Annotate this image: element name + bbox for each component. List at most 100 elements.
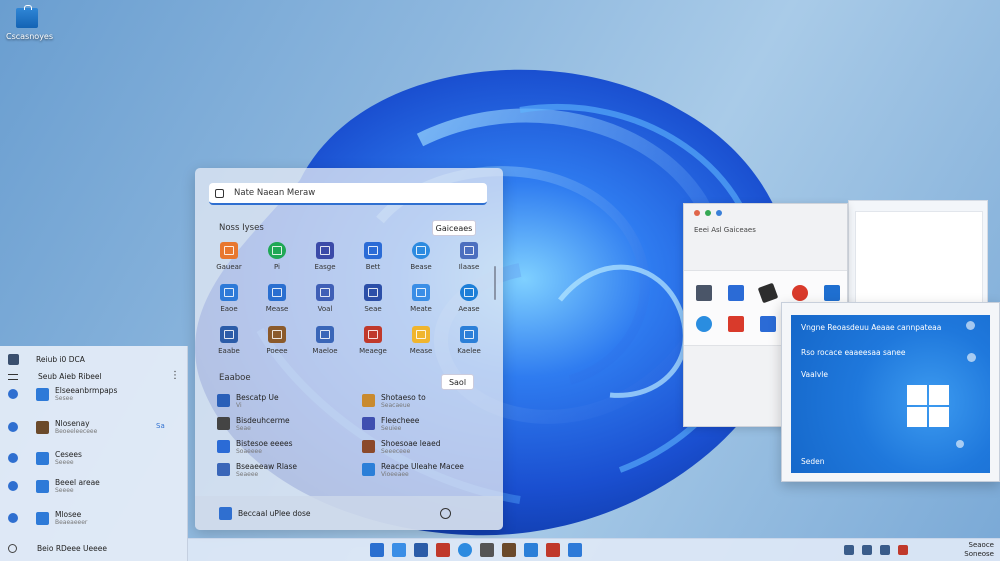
pinned-app[interactable]: Ilaase [445, 242, 493, 275]
more-button[interactable]: Saol [441, 374, 474, 390]
app-icon[interactable] [824, 285, 840, 301]
app-icon[interactable] [792, 285, 808, 301]
pinned-app[interactable]: Seae [349, 284, 397, 317]
left-panel-item-sub: Sesee [55, 395, 74, 402]
pinned-app[interactable]: Maeloe [301, 326, 349, 359]
clock[interactable]: Seaoce Soneose [964, 541, 994, 559]
pinned-app[interactable]: Eaoe [205, 284, 253, 317]
icon-row-2 [696, 316, 776, 332]
info-footer: Seden [801, 457, 825, 466]
pinned-app[interactable]: Gauear [205, 242, 253, 275]
network-icon[interactable] [844, 545, 854, 555]
taskbar-app-icon[interactable] [568, 543, 582, 557]
close-dot[interactable] [694, 210, 700, 216]
recommended-item[interactable]: Shoesoae leaed Seeeceee [362, 438, 487, 455]
taskbar-app-icon[interactable] [436, 543, 450, 557]
app-icon[interactable] [760, 316, 776, 332]
taskbar-app-icon[interactable] [370, 543, 384, 557]
left-panel-item[interactable]: Mlosee Beaeaeeer [8, 510, 87, 526]
power-icon[interactable] [440, 508, 451, 519]
pinned-app[interactable]: Voal [301, 284, 349, 317]
volume-icon[interactable] [862, 545, 872, 555]
pinned-app[interactable]: Bease [397, 242, 445, 275]
app-icon [316, 242, 334, 259]
user-name[interactable]: Beccaal uPlee dose [238, 509, 311, 518]
taskbar-app-icon[interactable] [524, 543, 538, 557]
info-line-1: Vngne Reoasdeuu Aeaae cannpateaa [801, 323, 942, 332]
left-panel-item-sub: Beoeeleeceee [55, 428, 98, 435]
start-search-input[interactable]: Nate Naean Meraw [209, 183, 487, 205]
app-icon[interactable] [696, 285, 712, 301]
app-icon [268, 284, 286, 301]
status-dot-icon [8, 453, 18, 463]
recommended-sub: Seaeee [236, 470, 259, 478]
recommended-item[interactable]: Reacpe Uleahe Macee Vioeeaee [362, 461, 487, 478]
recommended-title: Bisdeuhcerme [236, 415, 290, 425]
app-icon [268, 326, 286, 343]
app-icon[interactable] [728, 316, 744, 332]
pinned-scrollbar[interactable] [494, 266, 496, 300]
recommended-sub: Seeeceee [381, 447, 411, 455]
app-icon [364, 284, 382, 301]
app-icon [364, 326, 382, 343]
recommended-item[interactable]: Bisdeuhcerme Seae [217, 415, 362, 432]
maximize-dot[interactable] [716, 210, 722, 216]
taskbar-app-icon[interactable] [392, 543, 406, 557]
recommended-item[interactable]: Bseaeeaw Rlase Seaeee [217, 461, 362, 478]
pinned-app-label: Mease [409, 347, 433, 355]
pinned-app-label: Meate [410, 305, 432, 313]
left-panel-subheader-text: Seub Aieb Ribeel [38, 372, 102, 381]
taskbar-app-icon[interactable] [458, 543, 472, 557]
left-panel-item[interactable]: Nlosenay Beoeeleeceee [8, 419, 97, 435]
taskbar-app-icon[interactable] [546, 543, 560, 557]
recommended-title: Eaaboe [219, 373, 251, 383]
background-window[interactable] [848, 200, 988, 310]
pinned-title: Noss Iyses [219, 223, 264, 233]
info-line-3: Vaalvle [801, 370, 828, 379]
taskbar-app-icon[interactable] [480, 543, 494, 557]
app-icon[interactable] [696, 316, 712, 332]
recommended-item[interactable]: Bistesoe eeees Soaeeee [217, 438, 362, 455]
app-icon [268, 242, 286, 259]
pinned-app[interactable]: Meaege [349, 326, 397, 359]
recommended-title: Shoesoae leaed [381, 438, 441, 448]
minimize-dot[interactable] [705, 210, 711, 216]
notification-icon[interactable] [898, 545, 908, 555]
pinned-app[interactable]: Kaelee [445, 326, 493, 359]
recommended-item[interactable]: Shotaeso to Seacaeue [362, 392, 487, 409]
left-panel-item[interactable]: Elseeanbrmpaps Sesee [8, 386, 117, 402]
pinned-app[interactable]: Pi [253, 242, 301, 275]
app-icon[interactable] [728, 285, 744, 301]
blue-panel: Vngne Reoasdeuu Aeaae cannpateaa Rso roc… [791, 315, 990, 473]
app-icon [36, 511, 49, 525]
pinned-app[interactable]: Eaabe [205, 326, 253, 359]
desktop-shortcut-label: Cscasnoyes [6, 32, 54, 41]
battery-icon[interactable] [880, 545, 890, 555]
taskbar-app-icon[interactable] [414, 543, 428, 557]
recommended-item[interactable]: Fleecheee Seuiee [362, 415, 487, 432]
pinned-app[interactable]: Mease [397, 326, 445, 359]
windows-info-window[interactable]: Vngne Reoasdeuu Aeaae cannpateaa Rso roc… [781, 302, 1000, 482]
app-icon [36, 420, 49, 434]
pinned-app[interactable]: Meate [397, 284, 445, 317]
pinned-app-label: Eaoe [220, 305, 238, 313]
decor-dot [966, 321, 975, 330]
pinned-apps-grid: Gauear Pi Easge Bett Bease Ilaase Eaoe Mease Voa… [205, 242, 495, 359]
system-tray [844, 545, 908, 555]
pinned-app[interactable]: Aease [445, 284, 493, 317]
app-icon[interactable] [757, 282, 779, 304]
pinned-app[interactable]: Easge [301, 242, 349, 275]
taskbar-app-icon[interactable] [502, 543, 516, 557]
all-apps-button[interactable]: Gaiceaes [432, 220, 476, 236]
left-panel-item[interactable]: Cesees Seeee [8, 450, 82, 466]
pinned-app[interactable]: Mease [253, 284, 301, 317]
app-icon [36, 479, 49, 493]
left-panel-footer[interactable]: Beio RDeee Ueeee [8, 544, 107, 553]
recommended-item[interactable]: Bescatp Ue Vi [217, 392, 362, 409]
user-avatar[interactable] [219, 506, 232, 520]
pinned-app[interactable]: Poeee [253, 326, 301, 359]
pinned-app[interactable]: Bett [349, 242, 397, 275]
desktop-shortcut[interactable]: Cscasnoyes [6, 5, 53, 42]
more-options-icon[interactable]: ⋮ [170, 370, 180, 381]
left-panel-item[interactable]: Beeel areae Seeee [8, 478, 100, 494]
